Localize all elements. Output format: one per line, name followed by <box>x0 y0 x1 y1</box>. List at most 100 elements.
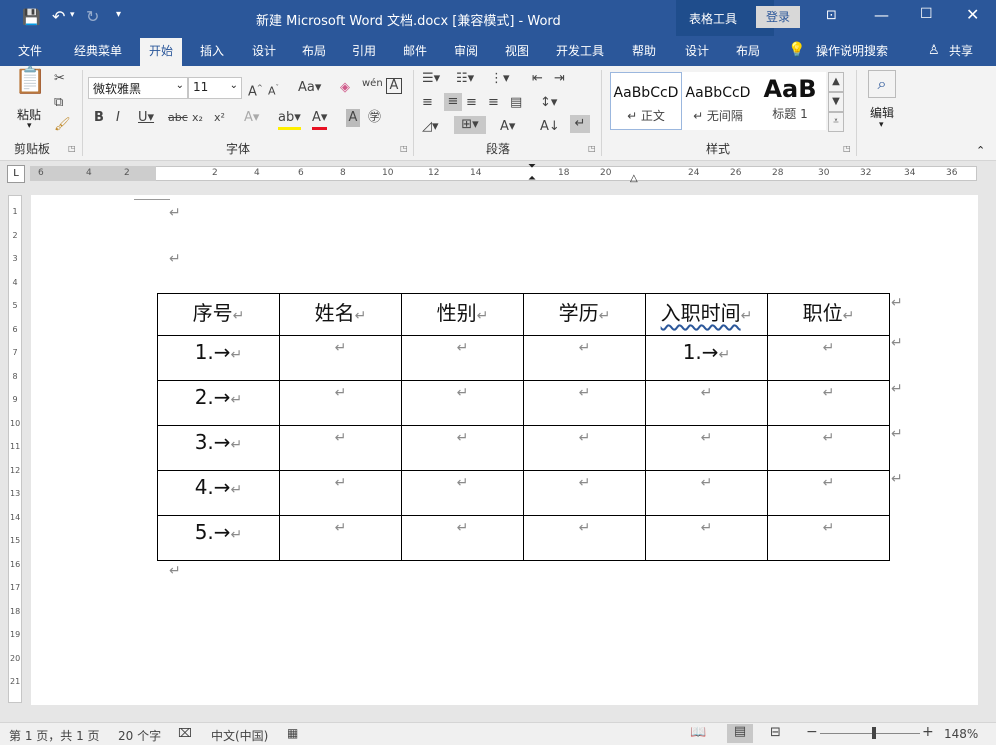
table-cell[interactable]: 1.→↵ <box>645 335 768 381</box>
strikethrough-icon[interactable]: abc <box>168 109 188 127</box>
tab-developer[interactable]: 开发工具 <box>548 36 612 66</box>
sort-icon[interactable]: A↓ <box>540 118 560 136</box>
increase-indent-icon[interactable]: ⇥ <box>554 70 565 88</box>
align-left-icon[interactable]: ≡ <box>422 94 433 112</box>
login-button[interactable]: 登录 <box>756 6 800 28</box>
superscript-icon[interactable]: x² <box>214 109 225 127</box>
table-header-cell[interactable]: 学历↵ <box>523 293 646 336</box>
table-cell[interactable]: ↵ <box>523 335 646 381</box>
table-header-cell[interactable]: 姓名↵ <box>279 293 402 336</box>
highlight-color-icon[interactable]: ab▾ <box>278 109 301 130</box>
tab-home[interactable]: 开始 <box>140 38 182 66</box>
shrink-font-icon[interactable]: Aˇ <box>268 79 279 101</box>
horizontal-ruler[interactable]: L ⏷ ⏶ △ 6 4 2 2 4 6 8 10 12 14 18 20 24 26 28 30 32 34 36 <box>0 161 996 187</box>
change-case-icon[interactable]: Aa▾ <box>298 79 321 97</box>
macro-record-icon[interactable]: ▦ <box>287 726 298 740</box>
right-indent-marker-icon[interactable]: △ <box>630 173 638 184</box>
chevron-down-icon[interactable]: ⌄ <box>230 80 238 91</box>
table-cell[interactable]: ↵ <box>645 470 768 516</box>
character-shading-icon[interactable]: A <box>346 109 360 127</box>
clipboard-dialog-launcher-icon[interactable]: ◳ <box>68 144 76 153</box>
tab-view[interactable]: 视图 <box>495 36 539 66</box>
table-header-cell[interactable]: 序号↵ <box>157 293 280 336</box>
tell-me-search[interactable]: 操作说明搜索 <box>810 36 894 66</box>
style-no-spacing[interactable]: AaBbCcD ↵ 无间隔 <box>682 72 754 130</box>
page-count[interactable]: 第 1 页，共 1 页 <box>9 727 100 744</box>
undo-icon[interactable]: ↶ <box>52 7 65 26</box>
zoom-slider-thumb[interactable] <box>872 727 876 739</box>
tab-table-layout[interactable]: 布局 <box>726 36 770 66</box>
read-mode-icon[interactable]: 📖 <box>690 725 706 740</box>
font-size-combobox[interactable]: 11 ⌄ <box>188 77 242 99</box>
show-marks-icon[interactable]: ↵ <box>570 115 590 133</box>
tab-layout[interactable]: 布局 <box>292 36 336 66</box>
copy-icon[interactable]: ⧉ <box>54 94 63 112</box>
table-cell[interactable]: ↵ <box>401 470 524 516</box>
hanging-indent-marker-icon[interactable]: ⏶ <box>528 173 536 184</box>
table-cell[interactable]: ↵ <box>279 380 402 426</box>
tab-help[interactable]: 帮助 <box>622 36 666 66</box>
redo-icon[interactable]: ↻ <box>86 7 99 26</box>
table-cell[interactable]: ↵ <box>523 515 646 561</box>
table-header-cell[interactable]: 职位↵ <box>767 293 890 336</box>
table-header-cell[interactable]: 入职时间↵ <box>645 293 768 336</box>
table-header-cell[interactable]: 性别↵ <box>401 293 524 336</box>
tab-review[interactable]: 审阅 <box>444 36 488 66</box>
editing-dropdown-icon[interactable]: ▾ <box>879 120 884 130</box>
cut-icon[interactable]: ✂ <box>54 70 65 88</box>
clear-formatting-icon[interactable]: ◈ <box>340 79 350 97</box>
zoom-in-icon[interactable]: + <box>922 724 934 740</box>
share-button[interactable]: 共享 <box>944 36 978 66</box>
ribbon-display-options-icon[interactable]: ⊡ <box>826 8 837 23</box>
text-effects-icon[interactable]: A▾ <box>244 109 259 127</box>
shading-icon[interactable]: ◿▾ <box>422 118 439 136</box>
language-indicator[interactable]: 中文(中国) <box>211 727 268 744</box>
tab-selector-icon[interactable]: L <box>7 165 25 183</box>
search-icon[interactable]: ⌕ <box>868 70 896 98</box>
table-cell[interactable]: ↵ <box>523 425 646 471</box>
format-painter-icon[interactable]: 🖌 <box>54 116 71 134</box>
proofing-icon[interactable]: ⌧ <box>178 726 192 740</box>
maximize-icon[interactable]: ☐ <box>920 6 933 22</box>
undo-dropdown-icon[interactable]: ▾ <box>70 10 75 20</box>
table-cell[interactable]: ↵ <box>401 335 524 381</box>
table-cell[interactable]: ↵ <box>523 380 646 426</box>
table-cell[interactable]: ↵ <box>279 470 402 516</box>
enclose-characters-icon[interactable]: ㊫ <box>368 109 381 127</box>
first-line-indent-marker-icon[interactable]: ⏷ <box>528 161 536 172</box>
tab-references[interactable]: 引用 <box>342 36 386 66</box>
underline-icon[interactable]: U▾ <box>138 109 154 127</box>
table-cell[interactable]: ↵ <box>645 515 768 561</box>
table-cell[interactable]: ↵ <box>401 515 524 561</box>
styles-scroll-down-icon[interactable]: ▼ <box>828 92 844 112</box>
collapse-ribbon-icon[interactable]: ⌃ <box>976 144 985 157</box>
document-page[interactable]: ↵ ↵ 序号↵ 姓名↵ 性别↵ 学历↵ 入职时间↵ 职位↵ 1.→↵ ↵ ↵ ↵… <box>31 195 978 705</box>
table-cell[interactable]: ↵ <box>645 380 768 426</box>
table-cell[interactable]: ↵ <box>279 335 402 381</box>
minimize-icon[interactable]: — <box>874 6 889 24</box>
distributed-icon[interactable]: ▤ <box>510 94 522 112</box>
italic-icon[interactable]: I <box>116 109 120 127</box>
styles-more-icon[interactable]: ⩡ <box>828 112 844 132</box>
table-cell[interactable]: ↵ <box>645 425 768 471</box>
styles-scroll-up-icon[interactable]: ▲ <box>828 72 844 92</box>
table-cell[interactable]: 2.→↵ <box>157 380 280 426</box>
table-cell[interactable]: 5.→↵ <box>157 515 280 561</box>
font-dialog-launcher-icon[interactable]: ◳ <box>400 144 408 153</box>
table-cell[interactable]: 3.→↵ <box>157 425 280 471</box>
table-cell[interactable]: ↵ <box>279 425 402 471</box>
save-icon[interactable]: 💾 <box>22 8 41 26</box>
grow-font-icon[interactable]: A^ <box>248 79 263 101</box>
table-cell[interactable]: ↵ <box>767 425 890 471</box>
table-cell[interactable]: 4.→↵ <box>157 470 280 516</box>
web-layout-icon[interactable]: ⊟ <box>770 725 781 740</box>
borders-icon[interactable]: ⊞▾ <box>454 116 486 134</box>
numbering-icon[interactable]: ☷▾ <box>456 70 474 88</box>
table-cell[interactable]: ↵ <box>279 515 402 561</box>
tab-insert[interactable]: 插入 <box>190 36 234 66</box>
editing-button[interactable]: 编辑 <box>870 104 894 121</box>
paste-dropdown-icon[interactable]: ▾ <box>27 121 32 131</box>
style-heading-1[interactable]: AaB 标题 1 <box>754 72 826 130</box>
close-icon[interactable]: ✕ <box>966 5 979 24</box>
table-cell[interactable]: ↵ <box>767 470 890 516</box>
